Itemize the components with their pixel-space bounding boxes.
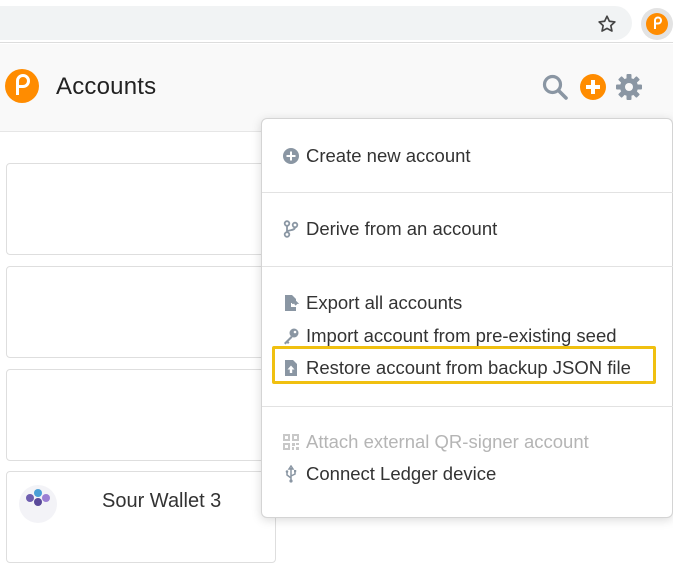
menu-item-label: Connect Ledger device [306,463,497,484]
settings-icon[interactable] [614,72,644,102]
account-card[interactable] [6,369,276,461]
menu-divider [262,266,673,267]
account-name: Sour Wallet 3 [102,490,222,512]
address-bar[interactable] [0,6,632,40]
menu-item-label: Create new account [306,145,471,166]
search-icon[interactable] [540,72,570,102]
menu-item-label: Import account from pre-existing seed [306,325,617,346]
star-icon[interactable] [596,13,618,35]
account-card[interactable] [6,163,276,255]
plus-circle-icon [283,148,299,164]
menu-item-attach-qr-signer: Attach external QR-signer account [282,429,672,455]
page-title: Accounts [56,73,157,100]
polkadot-extension-icon [646,13,668,35]
menu-item-label: Export all accounts [306,292,463,313]
menu-item-label: Derive from an account [306,218,498,239]
export-file-icon [285,295,300,311]
identicon-avatar [19,485,57,523]
browser-toolbar [0,0,673,43]
polkadot-logo-icon [5,69,39,103]
menu-item-label: Attach external QR-signer account [306,431,589,452]
account-card[interactable] [6,266,276,358]
qr-code-icon [283,434,299,450]
key-icon [284,328,299,345]
menu-divider [262,192,673,193]
usb-icon [285,465,297,483]
highlight-box [272,346,656,384]
add-icon[interactable] [578,72,608,102]
menu-item-connect-ledger[interactable]: Connect Ledger device [282,461,672,487]
menu-item-export-accounts[interactable]: Export all accounts [282,290,672,316]
menu-divider [262,406,673,407]
polkadot-extension-button[interactable] [641,8,673,40]
menu-item-derive-account[interactable]: Derive from an account [282,216,672,242]
menu-item-create-account[interactable]: Create new account [282,143,672,169]
add-account-menu: Create new account Derive from an accoun… [261,118,673,518]
branch-icon [283,220,299,238]
